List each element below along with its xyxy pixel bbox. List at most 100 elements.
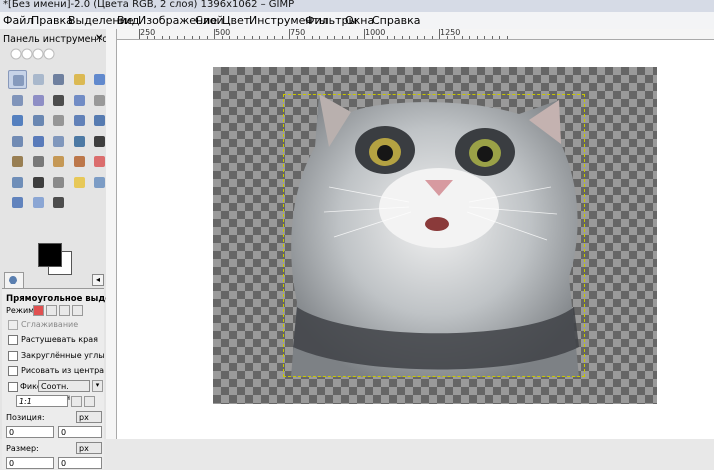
size-label: Размер: <box>6 444 39 453</box>
ruler-tick <box>454 36 455 39</box>
ruler-tick <box>229 36 230 39</box>
foreground-color-swatch-front[interactable] <box>38 243 62 267</box>
ruler-tick <box>296 36 298 39</box>
smudge-icon[interactable] <box>29 193 48 212</box>
crop-icon[interactable] <box>49 111 68 130</box>
feather-checkbox[interactable] <box>8 335 18 345</box>
ruler-label: 750 <box>290 29 306 37</box>
size-height-input[interactable]: 0 <box>58 457 102 469</box>
menu-item-6[interactable]: Цвет <box>222 14 250 27</box>
ellipse-select-icon[interactable] <box>29 70 48 89</box>
cage-icon[interactable] <box>70 132 89 151</box>
menu-item-1[interactable]: Правка <box>31 14 73 27</box>
ratio-input[interactable]: 1:1 <box>16 395 68 407</box>
ratio-landscape-icon[interactable] <box>84 396 95 407</box>
ruler-tick <box>191 36 193 39</box>
ruler-tick <box>146 36 148 39</box>
menu-item-10[interactable]: Справка <box>372 14 420 27</box>
window-title: *[Без имени]-2.0 (Цвета RGB, 2 слоя) 139… <box>3 0 295 10</box>
ruler-tick <box>154 36 155 39</box>
ruler-tick <box>386 36 388 39</box>
pencil-icon[interactable] <box>49 152 68 171</box>
toolbox-close-icon[interactable]: ✕ <box>95 33 103 44</box>
rotate-icon[interactable] <box>70 111 89 130</box>
position-unit-select[interactable]: px <box>76 411 102 423</box>
menu-item-9[interactable]: Окна <box>345 14 374 27</box>
rounded-corners-checkbox[interactable] <box>8 351 18 361</box>
tool-options-tabs: ◂ <box>2 272 104 288</box>
ruler-tick <box>161 36 163 39</box>
move-icon[interactable] <box>8 111 27 130</box>
ruler-tick <box>371 36 373 39</box>
ruler-tick <box>236 36 238 39</box>
ruler-tick <box>506 36 508 39</box>
shear-icon[interactable] <box>8 132 27 151</box>
ruler-tick <box>259 36 260 39</box>
paths-icon[interactable] <box>29 91 48 110</box>
ruler-tick <box>221 36 223 39</box>
ruler-tick <box>281 36 283 39</box>
size-unit-select[interactable]: px <box>76 442 102 454</box>
ruler-tick <box>206 36 208 39</box>
tool-options-icon <box>9 276 17 284</box>
ruler-label: 1000 <box>365 29 386 37</box>
tab-menu-icon[interactable]: ◂ <box>92 274 104 286</box>
ruler-tick <box>364 29 365 39</box>
align-icon[interactable] <box>29 111 48 130</box>
zoom-icon[interactable] <box>70 91 89 110</box>
mode-replace-icon[interactable] <box>33 305 44 316</box>
rounded-corners-label: Закруглённые углы <box>21 351 105 360</box>
window-titlebar: *[Без имени]-2.0 (Цвета RGB, 2 слоя) 139… <box>0 0 714 12</box>
ruler-tick <box>499 36 500 39</box>
ruler-tick <box>416 36 418 39</box>
horizontal-ruler[interactable]: 250 500 750 1000 1250 <box>117 29 714 40</box>
blur-icon[interactable] <box>8 193 27 212</box>
gradient-icon[interactable] <box>29 152 48 171</box>
ink-icon[interactable] <box>29 173 48 192</box>
menu-item-5[interactable]: Слой <box>195 14 224 27</box>
position-x-input[interactable]: 0 <box>6 426 54 438</box>
fixed-dropdown-icon[interactable]: ▾ <box>92 380 103 392</box>
fixed-mode-select[interactable]: Соотн. сторон <box>38 380 90 402</box>
ruler-tick <box>356 36 358 39</box>
dodge-icon[interactable] <box>49 193 68 212</box>
size-width-input[interactable]: 0 <box>6 457 54 469</box>
paintbrush-icon[interactable] <box>70 152 89 171</box>
ratio-portrait-icon[interactable] <box>71 396 82 407</box>
vertical-ruler[interactable] <box>106 29 117 439</box>
fixed-checkbox[interactable] <box>8 382 18 392</box>
heal-icon[interactable] <box>70 173 89 192</box>
ruler-tick <box>311 36 313 39</box>
perspective-icon[interactable] <box>29 132 48 151</box>
ruler-tick <box>349 36 350 39</box>
color-picker-icon[interactable] <box>49 91 68 110</box>
flip-icon[interactable] <box>49 132 68 151</box>
menu-item-0[interactable]: Файл <box>3 14 33 27</box>
mode-add-icon[interactable] <box>46 305 57 316</box>
ruler-tick <box>461 36 463 39</box>
foreground-select-icon[interactable] <box>8 91 27 110</box>
ruler-tick <box>251 36 253 39</box>
ruler-tick <box>484 36 485 39</box>
menu-item-3[interactable]: Вид <box>117 14 139 27</box>
tab-tool-options[interactable] <box>4 272 24 288</box>
ruler-tick <box>289 29 290 39</box>
clone-icon[interactable] <box>49 173 68 192</box>
ruler-label: 250 <box>140 29 156 37</box>
free-select-icon[interactable] <box>49 70 68 89</box>
toolbox-header: Панель инструментов — ✕ <box>0 33 126 47</box>
feather-label: Растушевать края <box>21 335 98 344</box>
antialias-checkbox[interactable] <box>8 320 18 330</box>
ruler-tick <box>169 36 170 39</box>
mode-subtract-icon[interactable] <box>59 305 70 316</box>
fuzzy-select-icon[interactable] <box>70 70 89 89</box>
gimp-logo-icon <box>10 48 55 60</box>
mode-intersect-icon[interactable] <box>72 305 83 316</box>
bucket-fill-icon[interactable] <box>8 152 27 171</box>
airbrush-icon[interactable] <box>8 173 27 192</box>
rect-select-icon[interactable] <box>8 70 27 89</box>
position-y-input[interactable]: 0 <box>58 426 102 438</box>
draw-from-center-checkbox[interactable] <box>8 366 18 376</box>
ruler-tick <box>326 36 328 39</box>
ruler-label: 500 <box>215 29 231 37</box>
